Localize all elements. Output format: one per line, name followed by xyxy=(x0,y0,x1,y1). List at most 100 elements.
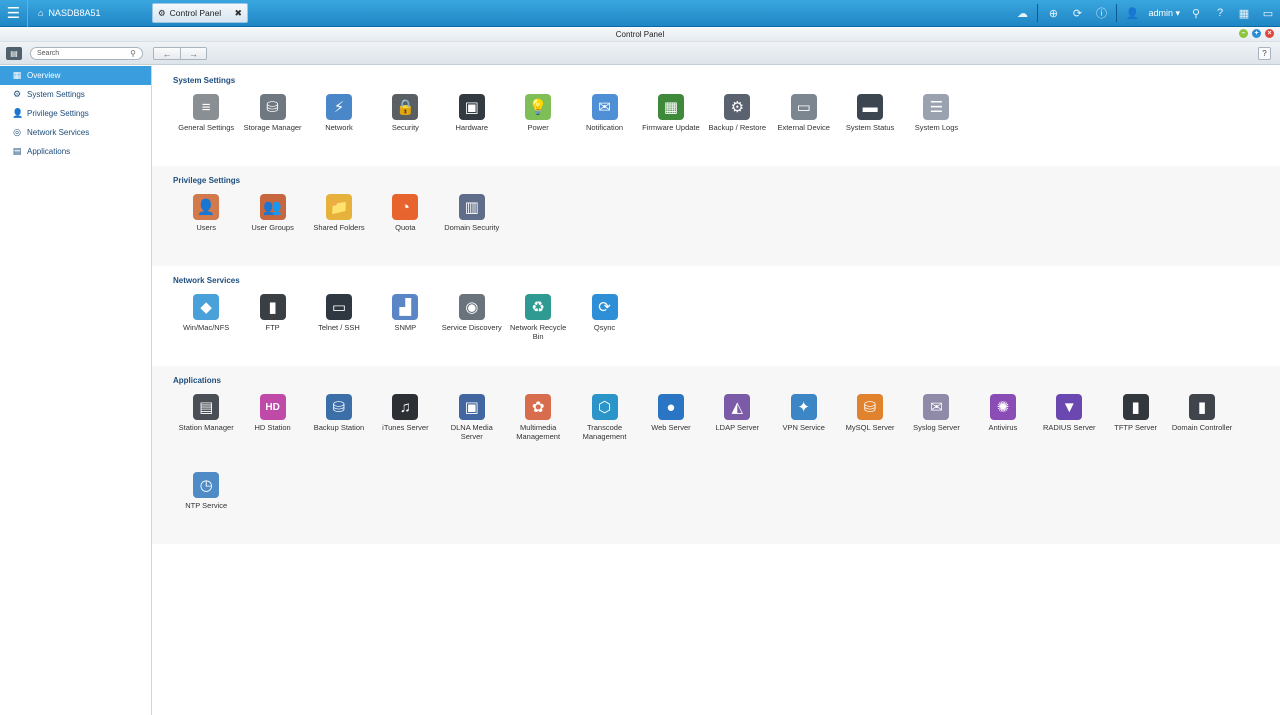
user-icon[interactable]: 👤 xyxy=(1120,0,1144,27)
section-applications: Applications ▤ Station Manager HD HD Station… xyxy=(152,366,1280,544)
mysql-server-icon: ⛁ xyxy=(857,394,884,420)
tile-security[interactable]: 🔒 Security xyxy=(372,88,438,166)
tile-label: Web Server xyxy=(651,423,691,432)
sidebar-item-system-settings[interactable]: ⚙ System Settings xyxy=(0,85,151,104)
tile-label: Network Recycle Bin xyxy=(510,323,567,341)
cloud-icon[interactable]: ☁ xyxy=(1010,0,1034,27)
sidebar-item-applications[interactable]: ▤ Applications xyxy=(0,142,151,161)
tile-quota[interactable]: ◔ Quota xyxy=(372,188,438,266)
back-button[interactable]: ← xyxy=(154,47,180,59)
applications-icon: ▤ xyxy=(12,146,22,156)
user-menu[interactable]: admin ▾ xyxy=(1144,8,1184,19)
tile-users[interactable]: 👤 Users xyxy=(173,188,239,266)
sync-icon[interactable]: ⟳ xyxy=(1065,0,1089,27)
sidebar-item-label: Overview xyxy=(27,71,61,80)
tile-storage-manager[interactable]: ⛁ Storage Manager xyxy=(239,88,305,166)
tile-web-server[interactable]: ● Web Server xyxy=(638,388,704,466)
section-title: Privilege Settings xyxy=(173,176,241,185)
search-icon: ⚲ xyxy=(130,48,136,58)
tile-general-settings[interactable]: ≡ General Settings xyxy=(173,88,239,166)
sidebar-item-overview[interactable]: ▦ Overview xyxy=(0,66,151,85)
minimize-button[interactable]: – xyxy=(1239,29,1248,38)
search-icon[interactable]: ⚲ xyxy=(1184,0,1208,27)
tile-label: Users xyxy=(196,223,216,232)
tile-firmware-update[interactable]: ▦ Firmware Update xyxy=(638,88,704,166)
grid-icon[interactable]: ▦ xyxy=(1232,0,1256,27)
tile-domain-controller[interactable]: ▮ Domain Controller xyxy=(1169,388,1235,466)
toolbar-divider xyxy=(1037,4,1039,22)
user-groups-icon: 👥 xyxy=(259,194,286,220)
tile-station-manager[interactable]: ▤ Station Manager xyxy=(173,388,239,466)
tile-label: Backup / Restore xyxy=(708,123,767,132)
sidebar-item-privilege-settings[interactable]: 👤 Privilege Settings xyxy=(0,104,151,123)
tile-mysql-server[interactable]: ⛁ MySQL Server xyxy=(837,388,903,466)
tile-radius-server[interactable]: ▼ RADIUS Server xyxy=(1036,388,1102,466)
tile-backup-station[interactable]: ⛁ Backup Station xyxy=(306,388,372,466)
tile-service-discovery[interactable]: ◉ Service Discovery xyxy=(439,288,505,366)
tile-syslog-server[interactable]: ✉ Syslog Server xyxy=(903,388,969,466)
main-menu-button[interactable]: ☰ xyxy=(0,0,28,27)
tile-label: Network xyxy=(325,123,353,132)
monitor-icon[interactable]: ▭ xyxy=(1256,0,1280,27)
tile-label: SNMP xyxy=(394,323,417,332)
close-icon[interactable]: ✖ xyxy=(234,8,242,19)
tile-network-recycle-bin[interactable]: ♻ Network Recycle Bin xyxy=(505,288,571,366)
tile-itunes-server[interactable]: ♫ iTunes Server xyxy=(372,388,438,466)
help-icon[interactable]: ? xyxy=(1208,0,1232,27)
tile-win-mac-nfs[interactable]: ◆ Win/Mac/NFS xyxy=(173,288,239,366)
tile-system-logs[interactable]: ☰ System Logs xyxy=(903,88,969,166)
tftp-server-icon: ▮ xyxy=(1122,394,1149,420)
tile-hardware[interactable]: ▣ Hardware xyxy=(439,88,505,166)
sidebar-item-network-services[interactable]: ◎ Network Services xyxy=(0,123,151,142)
user-icon: 👤 xyxy=(12,108,24,118)
download-icon[interactable]: ⊕ xyxy=(1041,0,1065,27)
sidebar-item-label: Network Services xyxy=(27,128,90,137)
home-tab[interactable]: ⌂ NASDB8A51 xyxy=(28,0,148,27)
tile-telnet-ssh[interactable]: ▭ Telnet / SSH xyxy=(306,288,372,366)
tile-backup-restore[interactable]: ⚙ Backup / Restore xyxy=(704,88,770,166)
tile-ldap-server[interactable]: ◭ LDAP Server xyxy=(704,388,770,466)
forward-button[interactable]: → xyxy=(180,47,206,59)
tile-network[interactable]: ⚡ Network xyxy=(306,88,372,166)
toggle-sidebar-button[interactable]: ▤ xyxy=(6,46,22,60)
tile-qsync[interactable]: ⟳ Qsync xyxy=(571,288,637,366)
hamburger-icon: ☰ xyxy=(6,5,21,22)
tile-hd-station[interactable]: HD HD Station xyxy=(239,388,305,466)
globe-icon: ◎ xyxy=(13,127,21,137)
tile-label: Quota xyxy=(395,223,416,232)
control-panel-icon: ⚙ xyxy=(158,7,166,18)
tile-multimedia-management[interactable]: ✿ Multimedia Management xyxy=(505,388,571,466)
syslog-server-icon: ✉ xyxy=(923,394,950,420)
tile-shared-folders[interactable]: 📁 Shared Folders xyxy=(306,188,372,266)
search-input[interactable]: Search ⚲ xyxy=(30,46,143,60)
tile-tftp-server[interactable]: ▮ TFTP Server xyxy=(1102,388,1168,466)
tile-notification[interactable]: ✉ Notification xyxy=(571,88,637,166)
tile-power[interactable]: 💡 Power xyxy=(505,88,571,166)
tile-external-device[interactable]: ▭ External Device xyxy=(771,88,837,166)
hardware-icon: ▣ xyxy=(458,94,485,120)
antivirus-icon: ✺ xyxy=(989,394,1016,420)
tile-label: Security xyxy=(391,123,419,132)
overview-icon: ▦ xyxy=(12,70,22,80)
tile-label: Domain Security xyxy=(444,223,500,232)
tile-label: Hardware xyxy=(455,123,488,132)
domain-controller-icon: ▮ xyxy=(1189,394,1216,420)
tile-ntp-service[interactable]: ◷ NTP Service xyxy=(173,466,239,544)
tile-vpn-service[interactable]: ✦ VPN Service xyxy=(771,388,837,466)
tile-label: Shared Folders xyxy=(313,223,365,232)
tab-control-panel[interactable]: ⚙ Control Panel ✖ xyxy=(152,3,248,23)
tile-antivirus[interactable]: ✺ Antivirus xyxy=(970,388,1036,466)
tile-label: System Status xyxy=(845,123,895,132)
tile-dlna-media-server[interactable]: ▣ DLNA Media Server xyxy=(439,388,505,466)
tile-ftp[interactable]: ▮ FTP xyxy=(239,288,305,366)
help-button[interactable]: ? xyxy=(1258,46,1271,60)
tile-domain-security[interactable]: ▥ Domain Security xyxy=(439,188,505,266)
info-icon[interactable]: ⓘ xyxy=(1089,0,1113,27)
close-window-button[interactable]: × xyxy=(1265,29,1274,38)
maximize-button[interactable]: + xyxy=(1252,29,1261,38)
tile-snmp[interactable]: ▟ SNMP xyxy=(372,288,438,366)
tile-user-groups[interactable]: 👥 User Groups xyxy=(239,188,305,266)
tile-transcode-management[interactable]: ⬡ Transcode Management xyxy=(571,388,637,466)
sidebar-toggle-icon: ▤ xyxy=(10,48,18,58)
tile-system-status[interactable]: ▬ System Status xyxy=(837,88,903,166)
